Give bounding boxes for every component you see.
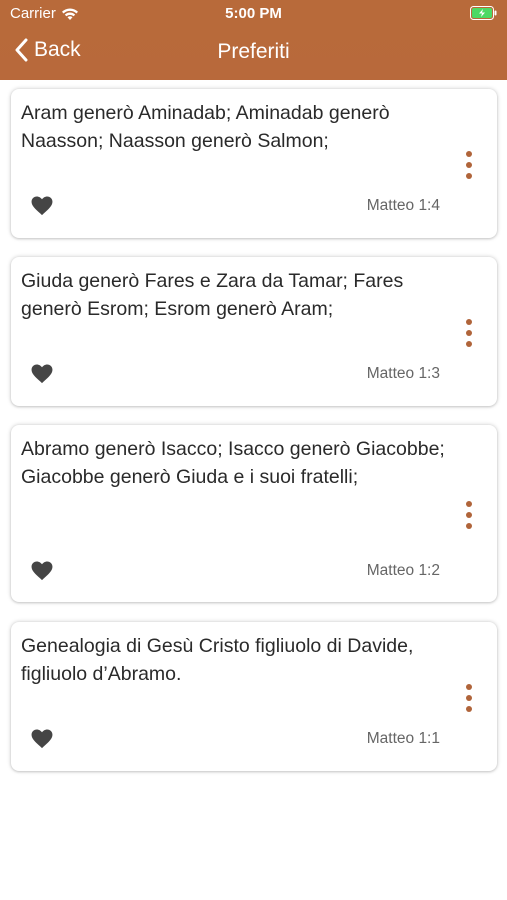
verse-reference: Matteo 1:2	[366, 562, 440, 579]
status-bar: Carrier 5:00 PM	[0, 0, 507, 28]
verse-text: Genealogia di Gesù Cristo figliuolo di D…	[21, 635, 414, 685]
dot	[466, 162, 472, 168]
favorite-card[interactable]: Abramo generò Isacco; Isacco generò Giac…	[11, 425, 497, 602]
more-options-button[interactable]	[464, 319, 474, 349]
dot	[466, 319, 472, 325]
dot	[466, 523, 472, 529]
dot	[466, 706, 472, 712]
more-options-button[interactable]	[464, 151, 474, 181]
battery-icon	[470, 6, 497, 20]
verse-reference: Matteo 1:3	[366, 365, 440, 382]
heart-icon[interactable]	[31, 729, 53, 749]
heart-icon[interactable]	[31, 196, 53, 216]
page-title: Preferiti	[217, 40, 290, 63]
dot	[466, 512, 472, 518]
status-time: 5:00 PM	[225, 5, 282, 22]
heart-icon[interactable]	[31, 364, 53, 384]
dot	[466, 173, 472, 179]
verse-text: Giuda generò Fares e Zara da Tamar; Fare…	[21, 270, 404, 320]
favorite-card[interactable]: Giuda generò Fares e Zara da Tamar; Fare…	[11, 257, 497, 406]
more-options-button[interactable]	[464, 684, 474, 714]
verse-text: Aram generò Aminadab; Aminadab generò Na…	[21, 102, 390, 152]
dot	[466, 151, 472, 157]
favorite-card[interactable]: Genealogia di Gesù Cristo figliuolo di D…	[11, 622, 497, 771]
dot	[466, 501, 472, 507]
favorite-card[interactable]: Aram generò Aminadab; Aminadab generò Na…	[11, 89, 497, 238]
verse-text: Abramo generò Isacco; Isacco generò Giac…	[21, 438, 445, 488]
dot	[466, 684, 472, 690]
more-options-button[interactable]	[464, 501, 474, 531]
navigation-header: Carrier 5:00 PM Back Preferiti	[0, 0, 507, 80]
dot	[466, 341, 472, 347]
dot	[466, 695, 472, 701]
nav-bar: Back Preferiti	[0, 28, 507, 80]
verse-reference: Matteo 1:4	[366, 197, 440, 214]
verse-reference: Matteo 1:1	[366, 730, 440, 747]
dot	[466, 330, 472, 336]
heart-icon[interactable]	[31, 561, 53, 581]
